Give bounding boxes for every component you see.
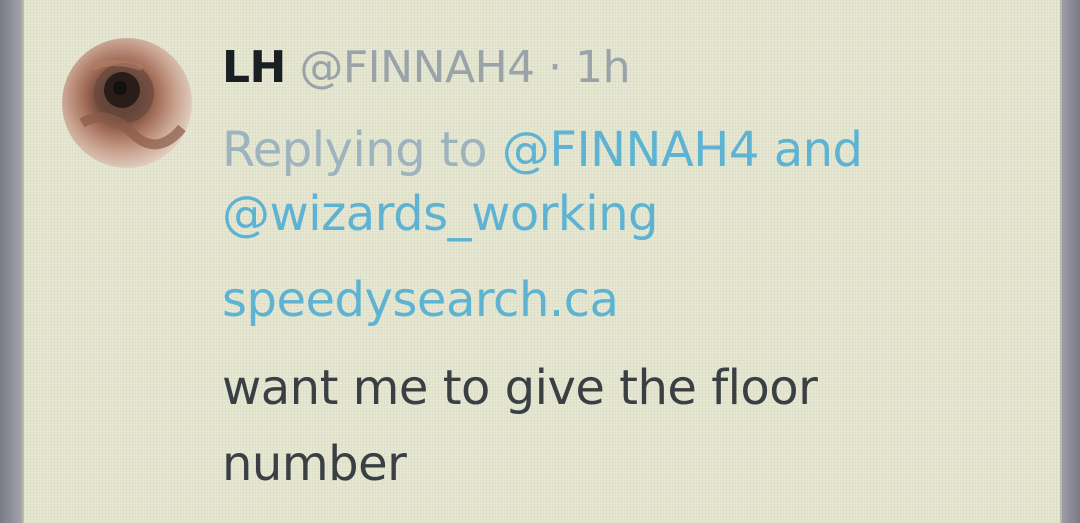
tweet[interactable]: LH @FINNAH4 · 1h Replying to @FINNAH4 an…	[24, 0, 1060, 523]
user-avatar[interactable]	[62, 38, 192, 168]
user-handle[interactable]: @FINNAH4	[299, 42, 535, 93]
screen: LH @FINNAH4 · 1h Replying to @FINNAH4 an…	[22, 0, 1062, 523]
header-separator: ·	[548, 42, 562, 93]
reply-mention-2[interactable]: @wizards_working	[222, 186, 658, 242]
tweet-text-line: want me to give the floor	[222, 360, 818, 416]
tweet-text: want me to give the floor number	[222, 350, 942, 502]
avatar-image-icon	[79, 60, 186, 150]
reply-mention-1[interactable]: @FINNAH4	[502, 122, 760, 178]
tweet-timestamp[interactable]: 1h	[575, 42, 630, 93]
tweet-text-line: number	[222, 436, 407, 492]
display-name[interactable]: LH	[222, 42, 286, 93]
monitor-bezel-left	[0, 0, 22, 523]
replying-to-label: Replying to	[222, 122, 488, 178]
replying-and-label: and	[773, 122, 863, 178]
tweet-header: LH @FINNAH4 · 1h	[222, 42, 631, 94]
tweet-link[interactable]: speedysearch.ca	[222, 268, 619, 332]
replying-to: Replying to @FINNAH4 and @wizards_workin…	[222, 118, 863, 246]
